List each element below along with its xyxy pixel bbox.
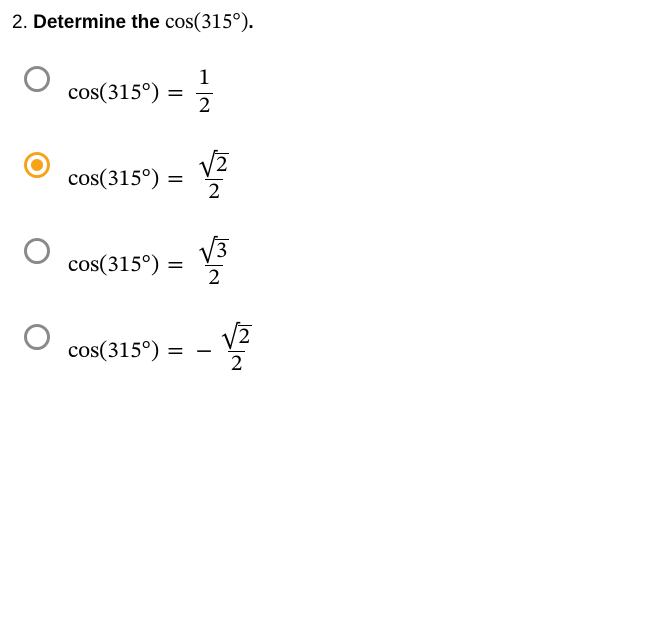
numerator: √ 2: [218, 325, 255, 350]
question-prompt: 2. Determine the cos(315°).: [12, 10, 636, 36]
denominator: 2: [196, 93, 213, 119]
lhs-func: cos: [68, 79, 99, 108]
lhs-arg: (315°): [99, 165, 159, 194]
fraction: √ 2 2: [196, 153, 233, 204]
question-text-bold: Determine the: [33, 12, 160, 33]
equals-sign: =: [167, 337, 184, 366]
option-4-math: cos(315°) = − √ 2 2: [68, 325, 255, 376]
fraction: √ 2 2: [218, 325, 255, 376]
sqrt: √ 3: [199, 239, 230, 263]
option-3-math: cos(315°) = √ 3 2: [68, 239, 232, 290]
lhs-func: cos: [68, 165, 99, 194]
radical-icon: √: [199, 154, 217, 178]
numerator: 1: [196, 67, 213, 92]
numerator: √ 2: [196, 153, 233, 178]
option-2-math: cos(315°) = √ 2 2: [68, 153, 232, 204]
option-1[interactable]: cos(315°) = 1 2: [24, 64, 636, 122]
equals-sign: =: [167, 79, 184, 108]
lhs-func: cos: [68, 337, 99, 366]
denominator: 2: [228, 351, 245, 377]
lhs-arg: (315°): [99, 79, 159, 108]
fraction: √ 3 2: [196, 239, 233, 290]
option-4[interactable]: cos(315°) = − √ 2 2: [24, 322, 636, 380]
denominator: 2: [205, 265, 222, 291]
option-3[interactable]: cos(315°) = √ 3 2: [24, 236, 636, 294]
question-period: .: [248, 12, 253, 33]
radio-option-4[interactable]: [24, 324, 50, 350]
question-number: 2.: [12, 12, 28, 33]
radicand: 2: [215, 153, 229, 177]
radio-option-1[interactable]: [24, 66, 50, 92]
sqrt: √ 2: [199, 153, 230, 177]
question-math-func: cos: [165, 12, 193, 33]
equals-sign: =: [167, 165, 184, 194]
lhs-arg: (315°): [99, 337, 159, 366]
question-math: cos(315°): [165, 12, 248, 33]
question-math-arg: (315°): [194, 12, 249, 33]
sqrt: √ 2: [221, 325, 252, 349]
negative-sign: −: [196, 337, 213, 366]
fraction: 1 2: [196, 67, 213, 118]
radical-icon: √: [199, 240, 217, 264]
option-2[interactable]: cos(315°) = √ 2 2: [24, 150, 636, 208]
lhs-arg: (315°): [99, 251, 159, 280]
denominator: 2: [205, 179, 222, 205]
radicand: 3: [215, 239, 229, 263]
radio-option-2[interactable]: [24, 152, 50, 178]
radio-option-3[interactable]: [24, 238, 50, 264]
equals-sign: =: [167, 251, 184, 280]
options-group: cos(315°) = 1 2 cos(315°) = √ 2 2: [24, 64, 636, 380]
lhs-func: cos: [68, 251, 99, 280]
numerator: √ 3: [196, 239, 233, 264]
option-1-math: cos(315°) = 1 2: [68, 67, 213, 118]
radio-dot-icon: [31, 159, 43, 171]
radical-icon: √: [221, 326, 239, 350]
